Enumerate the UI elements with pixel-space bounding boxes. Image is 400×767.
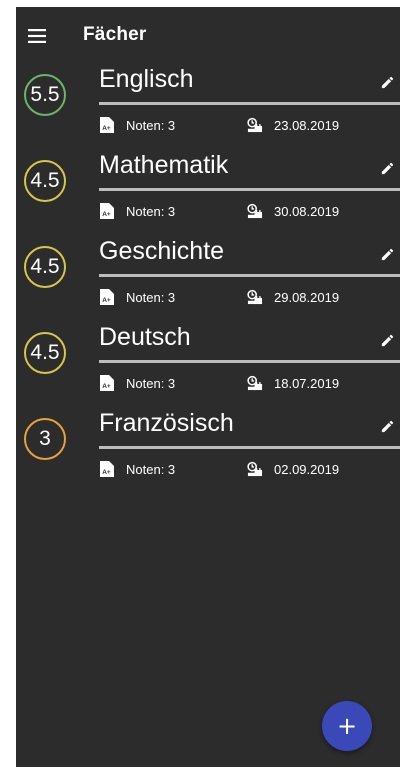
svg-text:A+: A+ [102,125,111,132]
subject-name: Mathematik [99,151,229,179]
subject-list: 5.5 Englisch A+ Noten: 3 23.08.2019 4.5 … [16,65,400,495]
clock-calendar-icon [247,289,263,305]
subject-name: Französisch [99,409,234,437]
clock-calendar-icon [247,203,263,219]
divider [99,102,400,105]
grade-badge: 4.5 [24,332,66,374]
subject-item[interactable]: 3 Französisch A+ Noten: 3 02.09.2019 [16,409,400,495]
last-date: 18.07.2019 [274,375,340,391]
notes-info: A+ Noten: 3 [99,289,175,305]
last-date: 30.08.2019 [274,203,340,219]
grade-value: 4.5 [30,169,60,192]
last-date: 29.08.2019 [274,289,340,305]
grade-badge: 4.5 [24,246,66,288]
grade-document-icon: A+ [99,203,115,219]
svg-text:A+: A+ [102,211,111,218]
clock-calendar-icon [247,461,263,477]
notes-count: Noten: 3 [126,289,176,305]
divider [99,274,400,277]
last-date: 23.08.2019 [274,117,340,133]
edit-icon[interactable] [377,158,397,178]
notes-info: A+ Noten: 3 [99,203,175,219]
grade-value: 5.5 [30,83,60,106]
date-info: 18.07.2019 [247,375,339,391]
grade-value: 4.5 [30,341,60,364]
subject-item[interactable]: 4.5 Geschichte A+ Noten: 3 29.08.2019 [16,237,400,323]
notes-count: Noten: 3 [126,461,176,477]
grade-document-icon: A+ [99,461,115,477]
edit-icon[interactable] [377,72,397,92]
grade-value: 4.5 [30,255,60,278]
grade-badge: 3 [24,418,66,460]
notes-count: Noten: 3 [126,375,176,391]
subject-name: Geschichte [99,237,225,265]
grade-document-icon: A+ [99,289,115,305]
last-date: 02.09.2019 [274,461,340,477]
subject-name: Deutsch [99,323,191,351]
grade-badge: 5.5 [24,74,66,116]
notes-count: Noten: 3 [126,117,176,133]
notes-info: A+ Noten: 3 [99,461,175,477]
svg-text:A+: A+ [102,469,111,476]
notes-count: Noten: 3 [126,203,176,219]
date-info: 23.08.2019 [247,117,339,133]
add-subject-button[interactable]: + [322,701,372,751]
clock-calendar-icon [247,375,263,391]
svg-text:A+: A+ [102,297,111,304]
subject-item[interactable]: 4.5 Deutsch A+ Noten: 3 18.07.2019 [16,323,400,409]
date-info: 02.09.2019 [247,461,339,477]
page-title: Fächer [83,24,147,45]
notes-info: A+ Noten: 3 [99,375,175,391]
grade-document-icon: A+ [99,375,115,391]
notes-info: A+ Noten: 3 [99,117,175,133]
subject-item[interactable]: 5.5 Englisch A+ Noten: 3 23.08.2019 [16,65,400,151]
grade-document-icon: A+ [99,117,115,133]
app-bar: Fächer [16,7,400,63]
clock-calendar-icon [247,117,263,133]
edit-icon[interactable] [377,330,397,350]
app-screen: Fächer 5.5 Englisch A+ Noten: 3 23.08.20… [16,7,400,767]
grade-badge: 4.5 [24,160,66,202]
grade-value: 3 [39,427,51,450]
divider [99,188,400,191]
date-info: 29.08.2019 [247,289,339,305]
edit-icon[interactable] [377,416,397,436]
subject-item[interactable]: 4.5 Mathematik A+ Noten: 3 30.08.2019 [16,151,400,237]
divider [99,446,400,449]
menu-icon[interactable] [22,21,52,51]
add-icon: + [336,712,358,740]
subject-name: Englisch [99,65,194,93]
date-info: 30.08.2019 [247,203,339,219]
divider [99,360,400,363]
svg-text:A+: A+ [102,383,111,390]
edit-icon[interactable] [377,244,397,264]
